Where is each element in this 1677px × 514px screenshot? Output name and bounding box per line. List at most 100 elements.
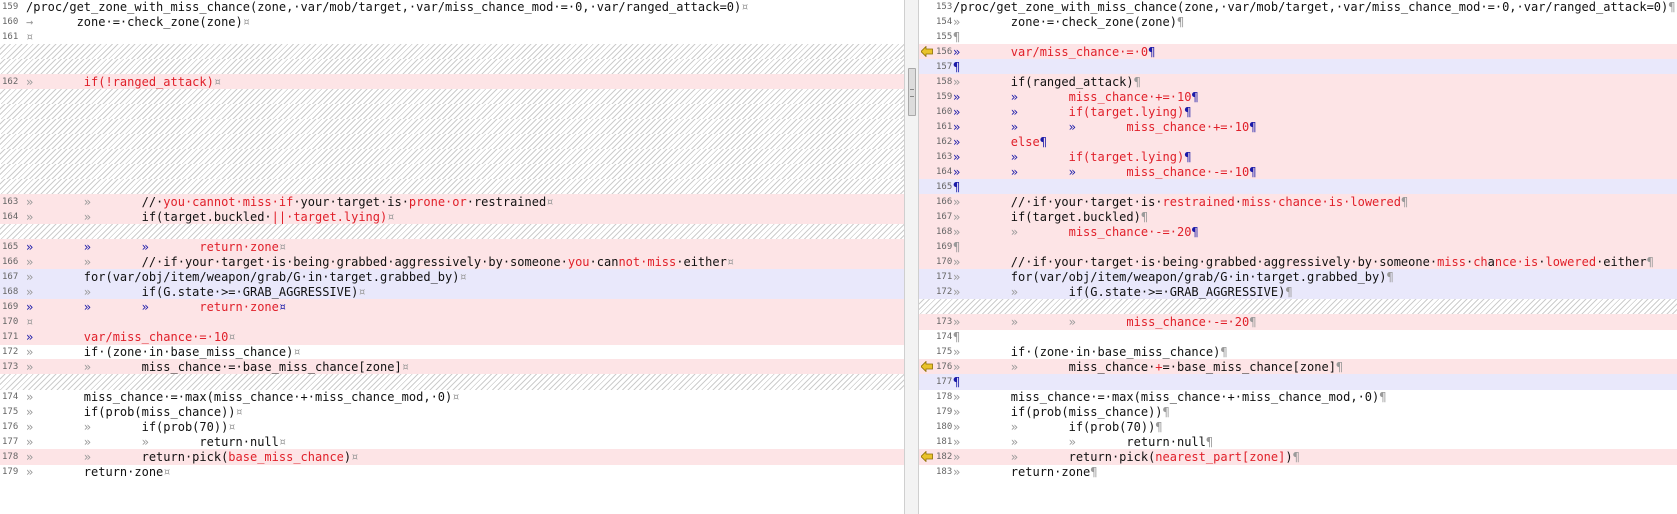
code-line[interactable]: 182» » return·pick(nearest_part[zone])¶ [919,449,1677,465]
code-line[interactable]: 177 ¶ [919,374,1677,390]
code-token: if(G.state·>=·GRAB_AGGRESSIVE) [141,285,359,299]
code-line[interactable]: 159» » miss_chance·+=·10¶ [919,89,1677,105]
code-line[interactable]: 183» return·zone¶ [919,464,1677,480]
code-token: miss_chance·=·max(miss_chance·+·miss_cha… [1010,390,1380,404]
code-line[interactable]: 163» » //·you·cannot·miss·if·your·target… [0,194,904,210]
code-line[interactable]: 168» » if(G.state·>=·GRAB_AGGRESSIVE)¤ [0,284,904,300]
code-line[interactable]: 162» else¶ [919,134,1677,150]
code-line[interactable]: 175» if(prob(miss_chance))¤ [0,404,904,420]
code-line[interactable]: 175» if·(zone·in·base_miss_chance)¶ [919,344,1677,360]
diff-placeholder-row [0,59,904,75]
code-line[interactable]: 153/proc/get_zone_with_miss_chance(zone,… [919,0,1677,15]
code-line[interactable]: 164» » » miss_chance·-=·10¶ [919,164,1677,180]
code-line[interactable]: 180» » if(prob(70))¶ [919,419,1677,435]
code-line[interactable]: 160» » if(target.lying)¶ [919,104,1677,120]
whitespace-marker: » » [26,255,142,269]
code-line[interactable]: 174 ¶ [919,329,1677,345]
code-line[interactable]: 179» if(prob(miss_chance))¶ [919,404,1677,420]
code-line[interactable]: 165 ¶ [919,179,1677,195]
code-line[interactable]: 169 ¶ [919,239,1677,255]
code-line[interactable]: 165» » » return·zone¤ [0,239,904,255]
code-token: miss [1437,255,1466,269]
code-token: return·null [1126,435,1206,449]
code-line[interactable]: 170 ¤ [0,314,904,330]
code-line[interactable]: 170» //·if·your·target·is·being·grabbed·… [919,254,1677,270]
code-token: ·either [1596,255,1647,269]
code-line[interactable]: 173» » » miss_chance·-=·20¶ [919,314,1677,330]
merge-left-arrow-icon[interactable] [921,46,933,57]
code-text: » return·zone¤ [26,464,904,480]
whitespace-marker: » [26,75,84,89]
code-line[interactable]: 167» if(target.buckled)¶ [919,209,1677,225]
code-line[interactable]: 164» » if(target.buckled·||·target.lying… [0,209,904,225]
code-line[interactable]: 176» » miss_chance·+=·base_miss_chance[z… [919,359,1677,375]
code-line[interactable]: 178» miss_chance·=·max(miss_chance·+·mis… [919,389,1677,405]
code-text: /proc/get_zone_with_miss_chance(zone,·va… [26,0,904,15]
code-line[interactable]: 162» if(!ranged_attack)¤ [0,74,904,90]
code-line[interactable]: 159/proc/get_zone_with_miss_chance(zone,… [0,0,904,15]
whitespace-marker: ¶ [953,60,961,74]
code-line[interactable]: 173» » miss_chance·=·base_miss_chance[zo… [0,359,904,375]
code-line[interactable]: 166» » //·if·your·target·is·being·grabbe… [0,254,904,270]
code-token: miss_chance·=·max(miss_chance·+·miss_cha… [83,390,453,404]
whitespace-marker: ¤ [546,195,554,209]
whitespace-marker: ¶ [1285,285,1293,299]
code-line[interactable]: 181» » » return·null¶ [919,434,1677,450]
code-line[interactable]: 166» //·if·your·target·is·restrained·mis… [919,194,1677,210]
code-line[interactable]: 160 → zone·=·check_zone(zone)¤ [0,14,904,30]
code-text: » //·if·your·target·is·being·grabbed·agg… [953,254,1677,270]
code-line[interactable]: 155 ¶ [919,29,1677,45]
code-token: //·if·your·target·is·being·grabbed·aggre… [141,255,568,269]
code-text: » if·(zone·in·base_miss_chance)¶ [953,344,1677,360]
code-line[interactable]: 161» » » miss_chance·+=·10¶ [919,119,1677,135]
whitespace-marker: ¤ [235,405,243,419]
diff-placeholder-row [0,134,904,150]
whitespace-marker: ¶ [1148,45,1156,59]
pane-splitter[interactable] [904,0,919,514]
code-line[interactable]: 163» » if(target.lying)¶ [919,149,1677,165]
code-line[interactable]: 172» if·(zone·in·base_miss_chance)¤ [0,344,904,360]
code-line[interactable]: 157 ¶ [919,59,1677,75]
code-line[interactable]: 177» » » return·null¤ [0,434,904,450]
code-line[interactable]: 168» » miss_chance·-=·20¶ [919,224,1677,240]
code-line[interactable]: 161 ¤ [0,29,904,45]
whitespace-marker: ¶ [1090,465,1098,479]
whitespace-marker: ¶ [953,240,961,254]
code-line[interactable]: 169» » » return·zone¤ [0,299,904,315]
code-line[interactable]: 156» var/miss_chance·=·0¶ [919,44,1677,60]
scrollbar-thumb[interactable] [908,68,916,116]
whitespace-marker: ¶ [1162,405,1170,419]
whitespace-marker: » » » [953,120,1127,134]
code-text: » » if(G.state·>=·GRAB_AGGRESSIVE)¤ [26,284,904,300]
merge-left-arrow-icon[interactable] [921,451,933,462]
whitespace-marker: ¤ [401,360,409,374]
diff-placeholder-row [0,119,904,135]
left-diff-pane[interactable]: 159/proc/get_zone_with_miss_chance(zone,… [0,0,904,514]
whitespace-marker: » » [953,90,1069,104]
code-line[interactable]: 171» for(var/obj/item/weapon/grab/G·in·t… [919,269,1677,285]
code-line[interactable]: 172» » if(G.state·>=·GRAB_AGGRESSIVE)¶ [919,284,1677,300]
whitespace-marker: » » [26,210,142,224]
merge-left-arrow-icon[interactable] [921,361,933,372]
whitespace-marker: » » » [26,240,200,254]
code-text: » » if(G.state·>=·GRAB_AGGRESSIVE)¶ [953,284,1677,300]
code-line[interactable]: 158» if(ranged_attack)¶ [919,74,1677,90]
code-token: if·(zone·in·base_miss_chance) [1010,345,1221,359]
code-token: return·zone [199,300,279,314]
code-line[interactable]: 167» for(var/obj/item/weapon/grab/G·in·t… [0,269,904,285]
whitespace-marker: ¤ [278,240,287,254]
code-text: » » miss_chance·-=·20¶ [953,224,1677,240]
right-diff-pane[interactable]: 153/proc/get_zone_with_miss_chance(zone,… [919,0,1677,514]
code-line[interactable]: 154» zone·=·check_zone(zone)¶ [919,14,1677,30]
whitespace-marker: » » [953,360,1069,374]
code-line[interactable]: 176» » if(prob(70))¤ [0,419,904,435]
code-text: » » //·you·cannot·miss·if·your·target·is… [26,194,904,210]
code-line[interactable]: 179» return·zone¤ [0,464,904,480]
whitespace-marker: » » [26,285,142,299]
code-line[interactable]: 174» miss_chance·=·max(miss_chance·+·mis… [0,389,904,405]
whitespace-marker: ¶ [1191,225,1199,239]
whitespace-marker: » » [953,420,1069,434]
whitespace-marker: » » » [26,300,200,314]
code-line[interactable]: 171» var/miss_chance·=·10¤ [0,329,904,345]
code-line[interactable]: 178» » return·pick(base_miss_chance)¤ [0,449,904,465]
